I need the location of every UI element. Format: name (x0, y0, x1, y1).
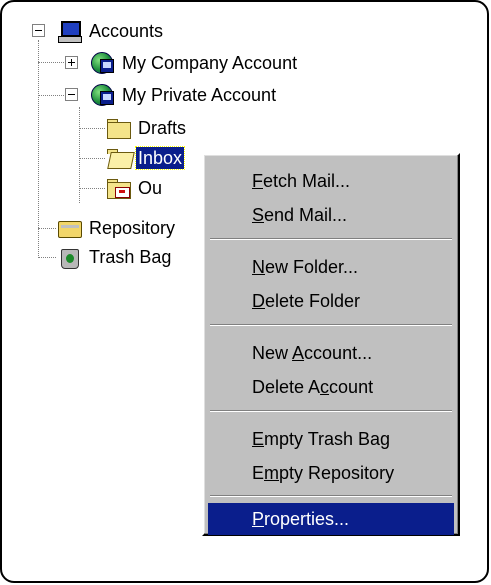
menu-item-accelerator: E (252, 429, 265, 449)
menu-item-send-mail[interactable]: Send Mail... (208, 199, 454, 231)
tree-item-inbox[interactable]: Inbox (106, 146, 186, 170)
tree-item-label: Accounts (89, 21, 164, 41)
tree-item-label: My Company Account (122, 53, 298, 73)
menu-item-accelerator: S (252, 205, 265, 225)
expand-toggle-company-account[interactable] (65, 56, 78, 69)
menu-item-text: end Mail... (264, 205, 348, 225)
menu-item-text: E (252, 463, 265, 483)
menu-item-delete-folder[interactable]: Delete Folder (208, 285, 454, 317)
open-folder-icon (106, 147, 135, 169)
tree-item-outbox[interactable]: Ou (106, 176, 164, 200)
tree-item-accounts[interactable]: Accounts (57, 19, 165, 43)
menu-item-text: ccount... (304, 343, 373, 363)
trash-bag-icon (57, 246, 83, 269)
context-menu: Fetch Mail... Send Mail... New Folder...… (202, 153, 460, 536)
folder-icon (106, 117, 132, 139)
tree-line (38, 95, 66, 96)
menu-separator (210, 324, 452, 326)
outbox-folder-icon (106, 177, 132, 199)
tree-item-label: Trash Bag (89, 247, 172, 267)
tree-item-drafts[interactable]: Drafts (106, 116, 188, 140)
tree-line (38, 228, 56, 229)
menu-item-accelerator: N (252, 257, 265, 277)
menu-item-accelerator: m (264, 463, 280, 483)
tree-item-private-account[interactable]: My Private Account (90, 83, 278, 107)
repository-icon (57, 217, 83, 239)
menu-item-text: New (252, 343, 293, 363)
tree-item-label: Drafts (138, 118, 187, 138)
menu-item-text: etch Mail... (263, 171, 351, 191)
menu-item-accelerator: F (252, 171, 263, 191)
menu-item-new-account[interactable]: New Account... (208, 337, 454, 369)
menu-separator (210, 495, 452, 497)
tree-line (79, 158, 105, 159)
menu-item-delete-account[interactable]: Delete Account (208, 371, 454, 403)
menu-item-new-folder[interactable]: New Folder... (208, 251, 454, 283)
menu-item-text: elete Folder (265, 291, 361, 311)
menu-item-text: roperties... (264, 509, 350, 529)
menu-item-empty-repository[interactable]: Empty Repository (208, 457, 454, 489)
menu-separator (210, 238, 452, 240)
tree-item-label: Inbox (134, 146, 186, 170)
collapse-toggle-accounts[interactable] (32, 24, 45, 37)
tree-item-label: Repository (89, 218, 176, 238)
tree-item-repository[interactable]: Repository (57, 216, 177, 240)
menu-separator (210, 410, 452, 412)
menu-item-properties[interactable]: Properties... (208, 503, 454, 535)
menu-item-accelerator: A (292, 343, 305, 363)
menu-item-text: pty Repository (279, 463, 395, 483)
globe-account-icon (90, 52, 116, 74)
menu-item-text: Delete A (252, 377, 321, 397)
menu-item-accelerator: c (320, 377, 330, 397)
menu-item-text: count (329, 377, 374, 397)
menu-item-accelerator: D (252, 291, 265, 311)
menu-item-text: mpty Trash Bag (264, 429, 391, 449)
globe-account-icon (90, 84, 116, 106)
collapse-toggle-private-account[interactable] (65, 88, 78, 101)
tree-item-company-account[interactable]: My Company Account (90, 51, 299, 75)
menu-item-fetch-mail[interactable]: Fetch Mail... (208, 165, 454, 197)
menu-item-accelerator: P (252, 509, 265, 529)
tree-item-label: Ou (138, 178, 163, 198)
tree-line (79, 188, 105, 189)
tree-line (38, 257, 56, 258)
menu-item-empty-trash-bag[interactable]: Empty Trash Bag (208, 423, 454, 455)
tree-line (79, 128, 105, 129)
tree-item-label: My Private Account (122, 85, 277, 105)
tree-line (38, 62, 66, 63)
menu-item-text: ew Folder... (265, 257, 359, 277)
tree-item-trash-bag[interactable]: Trash Bag (57, 245, 173, 269)
computer-icon (57, 20, 83, 43)
tree-line (38, 40, 39, 258)
